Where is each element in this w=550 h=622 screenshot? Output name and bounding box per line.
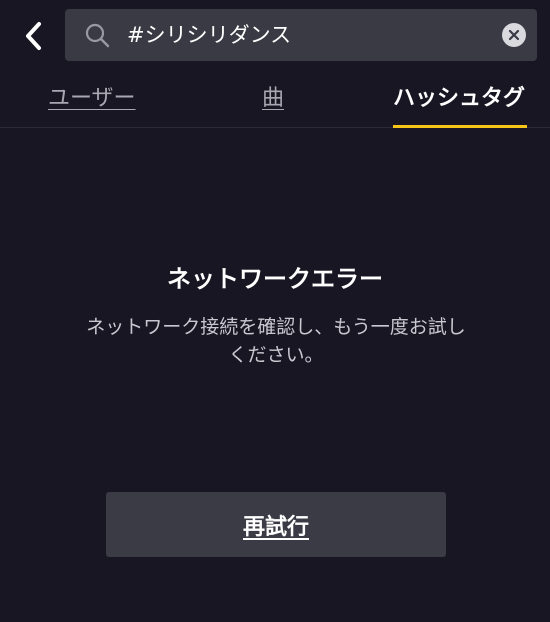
active-tab-indicator [393, 125, 527, 128]
retry-button-label: 再試行 [242, 514, 309, 540]
clear-icon [508, 29, 520, 41]
chevron-left-icon [26, 22, 41, 50]
back-button[interactable] [14, 14, 54, 58]
tab-bar: ユーザー 曲 ハッシュタグ [0, 72, 550, 128]
tab-users-label: ユーザー [48, 86, 136, 111]
clear-search-button[interactable] [502, 23, 526, 47]
search-icon [85, 23, 110, 48]
tab-songs-label: 曲 [262, 86, 285, 111]
tab-users[interactable]: ユーザー [48, 72, 138, 128]
tab-songs[interactable]: 曲 [262, 72, 292, 128]
retry-button[interactable]: 再試行 [106, 492, 446, 557]
search-bar[interactable] [65, 9, 537, 61]
tab-hashtags[interactable]: ハッシュタグ [393, 72, 528, 128]
error-title: ネットワークエラー [167, 265, 383, 293]
tab-hashtags-label: ハッシュタグ [393, 86, 526, 111]
search-input[interactable] [127, 9, 487, 61]
search-results-screen: ユーザー 曲 ハッシュタグ ネットワークエラー ネットワーク接続を確認し、もう一… [0, 0, 550, 622]
error-message: ネットワーク接続を確認し、もう一度お試しください。 [86, 316, 466, 366]
